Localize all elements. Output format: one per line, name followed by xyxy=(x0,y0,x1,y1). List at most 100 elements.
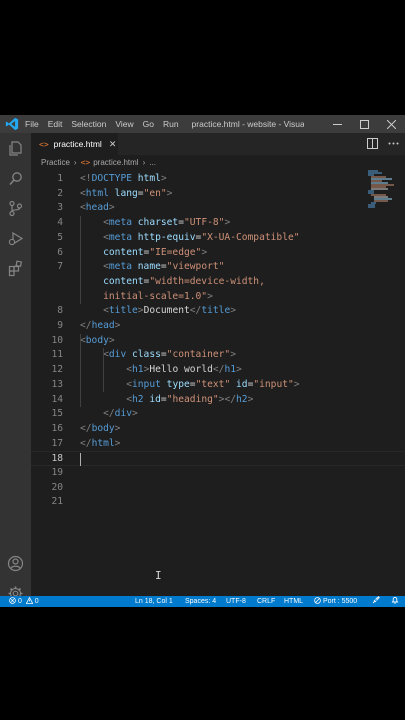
feedback-icon xyxy=(372,596,380,604)
indent-guide xyxy=(80,333,81,408)
code-line[interactable]: 13 <input type="text" id="input"> xyxy=(31,378,405,393)
line-number: 8 xyxy=(57,305,63,317)
code-text: <meta charset="UTF-8"> xyxy=(103,217,231,229)
code-line[interactable]: 6 content="IE=edge"> xyxy=(31,246,405,261)
menu-view[interactable]: View xyxy=(115,119,133,129)
close-window-button[interactable] xyxy=(378,115,405,133)
code-line[interactable]: initial-scale=1.0"> xyxy=(31,290,405,305)
code-text: <!DOCTYPE html> xyxy=(80,173,167,184)
error-count: 0 xyxy=(17,598,22,605)
editor-actions xyxy=(367,138,399,149)
window-controls xyxy=(324,115,405,133)
menu-edit[interactable]: Edit xyxy=(48,119,63,129)
live-server-port[interactable]: Port : 5500 xyxy=(314,596,357,607)
code-line[interactable]: 21 xyxy=(31,495,405,510)
breadcrumb-folder[interactable]: Practice xyxy=(41,158,70,167)
split-editor-icon[interactable] xyxy=(367,138,378,149)
code-text: <meta http-equiv="X-UA-Compatible" xyxy=(103,231,300,243)
explorer-icon[interactable] xyxy=(7,140,24,157)
minimize-button[interactable] xyxy=(324,115,351,133)
tab-practice-html[interactable]: <> practice.html ✕ xyxy=(31,133,118,155)
minimize-icon xyxy=(333,123,342,125)
account-icon[interactable] xyxy=(7,555,24,572)
code-line[interactable]: 15 </div> xyxy=(31,407,405,422)
html-file-icon: <> xyxy=(39,139,49,149)
code-line[interactable]: 14 <h2 id="heading"></h2> xyxy=(31,393,405,408)
tab-label: practice.html xyxy=(53,139,102,149)
window-title: practice.html - website - Visua... xyxy=(191,119,304,129)
code-line[interactable]: 16 </body> xyxy=(31,422,405,437)
code-text: <input type="text" id="input"> xyxy=(126,378,300,390)
code-line[interactable]: 18 xyxy=(31,451,405,467)
line-number: 15 xyxy=(51,408,63,420)
breadcrumb-more[interactable]: ... xyxy=(149,158,156,167)
line-number: 7 xyxy=(57,261,63,273)
language-mode[interactable]: HTML xyxy=(284,596,303,607)
code-line[interactable]: 4 <meta charset="UTF-8"> xyxy=(31,216,405,231)
line-number: 18 xyxy=(51,453,63,465)
error-icon xyxy=(9,597,16,604)
warning-icon xyxy=(25,596,34,604)
html-file-icon: <> xyxy=(80,158,91,167)
maximize-icon xyxy=(360,119,369,129)
code-text: <h2 id="heading"></h2> xyxy=(126,393,254,405)
code-line[interactable]: 8 <title>Document</title> xyxy=(31,304,405,319)
editor-tab-bar: <> practice.html ✕ xyxy=(31,133,405,155)
line-number: 17 xyxy=(51,437,63,449)
code-line[interactable]: 1 <!DOCTYPE html> xyxy=(31,172,405,187)
code-line[interactable]: 20 xyxy=(31,481,405,496)
end-of-line[interactable]: CRLF xyxy=(257,596,275,607)
line-number: 3 xyxy=(57,202,63,214)
code-line[interactable]: 19 xyxy=(31,466,405,481)
problems-indicator[interactable]: 0 0 xyxy=(9,596,39,607)
code-line[interactable]: 12 <h1>Hello world</h1> xyxy=(31,363,405,378)
code-line[interactable]: 7 <meta name="viewport" xyxy=(31,260,405,275)
line-number: 13 xyxy=(51,378,63,390)
line-number: 16 xyxy=(51,422,63,434)
code-line[interactable]: 17 </html> xyxy=(31,437,405,452)
code-line[interactable]: 10 <body> xyxy=(31,334,405,349)
activity-bar xyxy=(0,133,31,601)
text-cursor xyxy=(80,453,81,467)
code-text: <html lang="en"> xyxy=(80,187,173,199)
source-control-icon[interactable] xyxy=(7,200,24,217)
vscode-logo-icon xyxy=(5,117,19,131)
line-number: 20 xyxy=(51,481,63,493)
code-text: content="IE=edge"> xyxy=(103,246,208,258)
extensions-icon[interactable] xyxy=(7,260,24,277)
code-line[interactable]: 5 <meta http-equiv="X-UA-Compatible" xyxy=(31,231,405,246)
line-number: 11 xyxy=(51,349,63,361)
encoding[interactable]: UTF-8 xyxy=(226,596,246,607)
code-line[interactable]: 9 </head> xyxy=(31,319,405,334)
code-line[interactable]: 11 <div class="container"> xyxy=(31,348,405,363)
more-actions-icon[interactable] xyxy=(388,138,399,149)
maximize-button[interactable] xyxy=(351,115,378,133)
cursor-position[interactable]: Ln 18, Col 1 xyxy=(135,596,173,607)
feedback-button[interactable] xyxy=(372,596,380,607)
line-number: 19 xyxy=(51,467,63,478)
line-number: 4 xyxy=(57,217,63,229)
menu-go[interactable]: Go xyxy=(143,119,154,129)
run-debug-icon[interactable] xyxy=(7,230,24,247)
code-line[interactable]: content="width=device-width, xyxy=(31,275,405,290)
breadcrumb-file[interactable]: practice.html xyxy=(93,158,138,167)
code-text: <body> xyxy=(80,334,115,346)
code-line[interactable]: 2 <html lang="en"> xyxy=(31,187,405,202)
indentation[interactable]: Spaces: 4 xyxy=(185,596,216,607)
tab-close-button[interactable]: ✕ xyxy=(109,139,117,150)
port-icon xyxy=(314,597,321,604)
code-text: <meta name="viewport" xyxy=(103,261,225,273)
line-number: 1 xyxy=(57,173,63,184)
code-text: <title>Document</title> xyxy=(103,305,237,317)
code-text: </div> xyxy=(103,408,138,420)
search-icon[interactable] xyxy=(7,170,24,187)
bell-icon xyxy=(391,596,399,604)
mouse-text-cursor-icon: I xyxy=(155,569,162,582)
menu-file[interactable]: File xyxy=(25,119,39,129)
menu-run[interactable]: Run xyxy=(163,119,179,129)
indent-guide xyxy=(80,216,81,305)
code-editor[interactable]: 1 <!DOCTYPE html> 2 <html lang="en"> 3 <head>… xyxy=(31,170,405,596)
menu-selection[interactable]: Selection xyxy=(71,119,106,129)
notifications-button[interactable] xyxy=(391,596,399,607)
code-line[interactable]: 3 <head> xyxy=(31,201,405,216)
